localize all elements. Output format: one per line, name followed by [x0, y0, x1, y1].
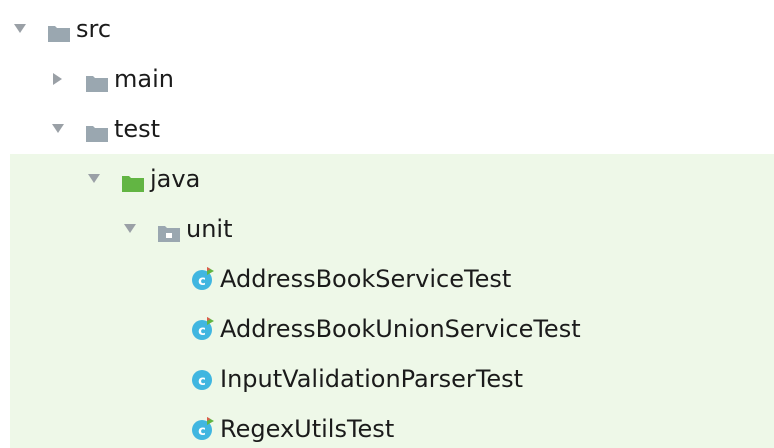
tree-node-file[interactable]: c AddressBookServiceTest — [0, 254, 774, 304]
tree-node-label: unit — [186, 215, 233, 243]
test-class-icon: c — [190, 416, 216, 442]
svg-text:c: c — [198, 274, 206, 289]
tree-node-file[interactable]: c AddressBookUnionServiceTest — [0, 304, 774, 354]
expanded-arrow-icon[interactable] — [86, 171, 102, 187]
expanded-arrow-icon[interactable] — [12, 21, 28, 37]
test-class-icon: c — [190, 266, 216, 292]
svg-text:c: c — [198, 374, 206, 389]
tree-node-label: InputValidationParserTest — [220, 365, 524, 393]
package-folder-icon — [158, 220, 180, 242]
test-source-root-folder-icon — [122, 170, 144, 192]
collapsed-arrow-icon[interactable] — [50, 71, 66, 87]
tree-node-label: test — [114, 115, 161, 143]
project-tree: src main test java unit c AddressBookSer… — [0, 0, 774, 448]
expanded-arrow-icon[interactable] — [122, 221, 138, 237]
tree-node-file[interactable]: c InputValidationParserTest — [0, 354, 774, 404]
test-class-icon: c — [190, 316, 216, 342]
tree-node-label: src — [76, 15, 112, 43]
folder-icon — [86, 70, 108, 92]
tree-node-label: AddressBookServiceTest — [220, 265, 512, 293]
tree-node-label: AddressBookUnionServiceTest — [220, 315, 581, 343]
tree-node-label: java — [150, 165, 201, 193]
tree-node-label: main — [114, 65, 174, 93]
tree-node-unit[interactable]: unit — [0, 204, 774, 254]
tree-node-src[interactable]: src — [0, 4, 774, 54]
tree-node-label: RegexUtilsTest — [220, 415, 395, 443]
folder-icon — [86, 120, 108, 142]
tree-node-java[interactable]: java — [0, 154, 774, 204]
tree-node-main[interactable]: main — [0, 54, 774, 104]
tree-node-file[interactable]: c RegexUtilsTest — [0, 404, 774, 448]
svg-text:c: c — [198, 424, 206, 439]
tree-node-test[interactable]: test — [0, 104, 774, 154]
svg-text:c: c — [198, 324, 206, 339]
class-icon: c — [190, 366, 216, 392]
expanded-arrow-icon[interactable] — [50, 121, 66, 137]
folder-icon — [48, 20, 70, 42]
